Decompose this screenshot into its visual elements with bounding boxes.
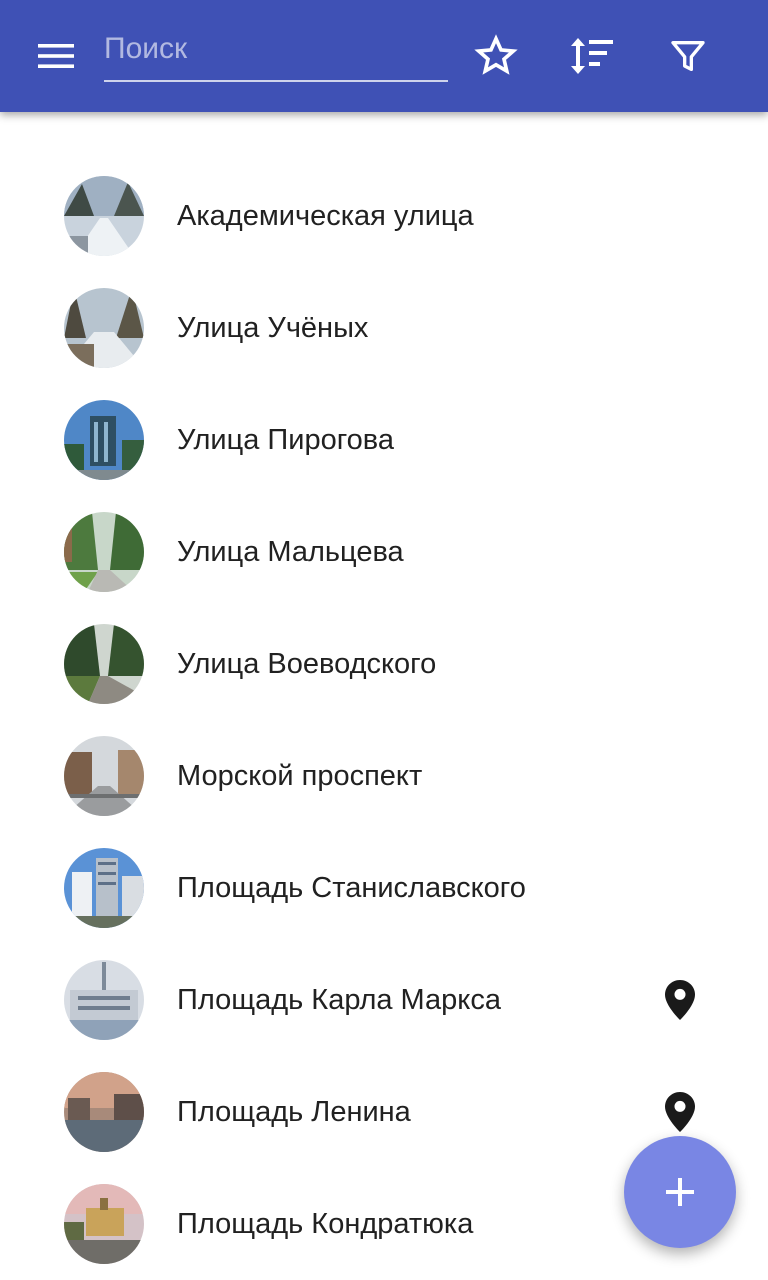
place-name: Площадь Станиславского xyxy=(177,872,526,904)
place-list-item[interactable]: Площадь Карла Маркса xyxy=(0,944,768,1056)
location-pin-icon xyxy=(665,980,695,1020)
place-name: Академическая улица xyxy=(177,200,474,232)
search-field xyxy=(104,20,448,82)
place-thumbnail xyxy=(64,1184,144,1264)
location-pin[interactable] xyxy=(660,1092,700,1132)
place-name: Площадь Ленина xyxy=(177,1096,411,1128)
places-list: Академическая улица Улица Учёных Улица Пир… xyxy=(0,160,768,1280)
place-name: Улица Мальцева xyxy=(177,536,404,568)
plus-icon xyxy=(666,1178,694,1206)
menu-button[interactable] xyxy=(28,30,84,82)
place-thumbnail xyxy=(64,624,144,704)
place-thumbnail xyxy=(64,1072,144,1152)
place-thumbnail xyxy=(64,400,144,480)
add-button[interactable] xyxy=(624,1136,736,1248)
place-thumbnail xyxy=(64,736,144,816)
place-thumbnail xyxy=(64,512,144,592)
place-thumbnail xyxy=(64,176,144,256)
place-list-item[interactable]: Улица Мальцева xyxy=(0,496,768,608)
location-pin-icon xyxy=(665,1092,695,1132)
place-list-item[interactable]: Улица Пирогова xyxy=(0,384,768,496)
place-name: Улица Учёных xyxy=(177,312,369,344)
favorites-button[interactable] xyxy=(468,28,524,84)
star-outline-icon xyxy=(474,34,518,75)
place-name: Площадь Кондратюка xyxy=(177,1208,474,1240)
sort-icon xyxy=(571,38,613,74)
place-name: Улица Воеводского xyxy=(177,648,437,680)
place-list-item[interactable]: Улица Учёных xyxy=(0,272,768,384)
place-thumbnail xyxy=(64,848,144,928)
filter-icon xyxy=(671,41,705,72)
place-name: Площадь Карла Маркса xyxy=(177,984,501,1016)
place-list-item[interactable]: Академическая улица xyxy=(0,160,768,272)
place-name: Улица Пирогова xyxy=(177,424,394,456)
place-list-item[interactable]: Площадь Станиславского xyxy=(0,832,768,944)
sort-button[interactable] xyxy=(564,28,620,84)
place-list-item[interactable]: Морской проспект xyxy=(0,720,768,832)
location-pin[interactable] xyxy=(660,980,700,1020)
place-list-item[interactable]: Улица Воеводского xyxy=(0,608,768,720)
app-bar xyxy=(0,0,768,112)
place-thumbnail xyxy=(64,960,144,1040)
place-thumbnail xyxy=(64,288,144,368)
menu-icon xyxy=(38,44,74,68)
filter-button[interactable] xyxy=(660,28,716,84)
search-input[interactable] xyxy=(104,20,448,78)
place-name: Морской проспект xyxy=(177,760,423,792)
